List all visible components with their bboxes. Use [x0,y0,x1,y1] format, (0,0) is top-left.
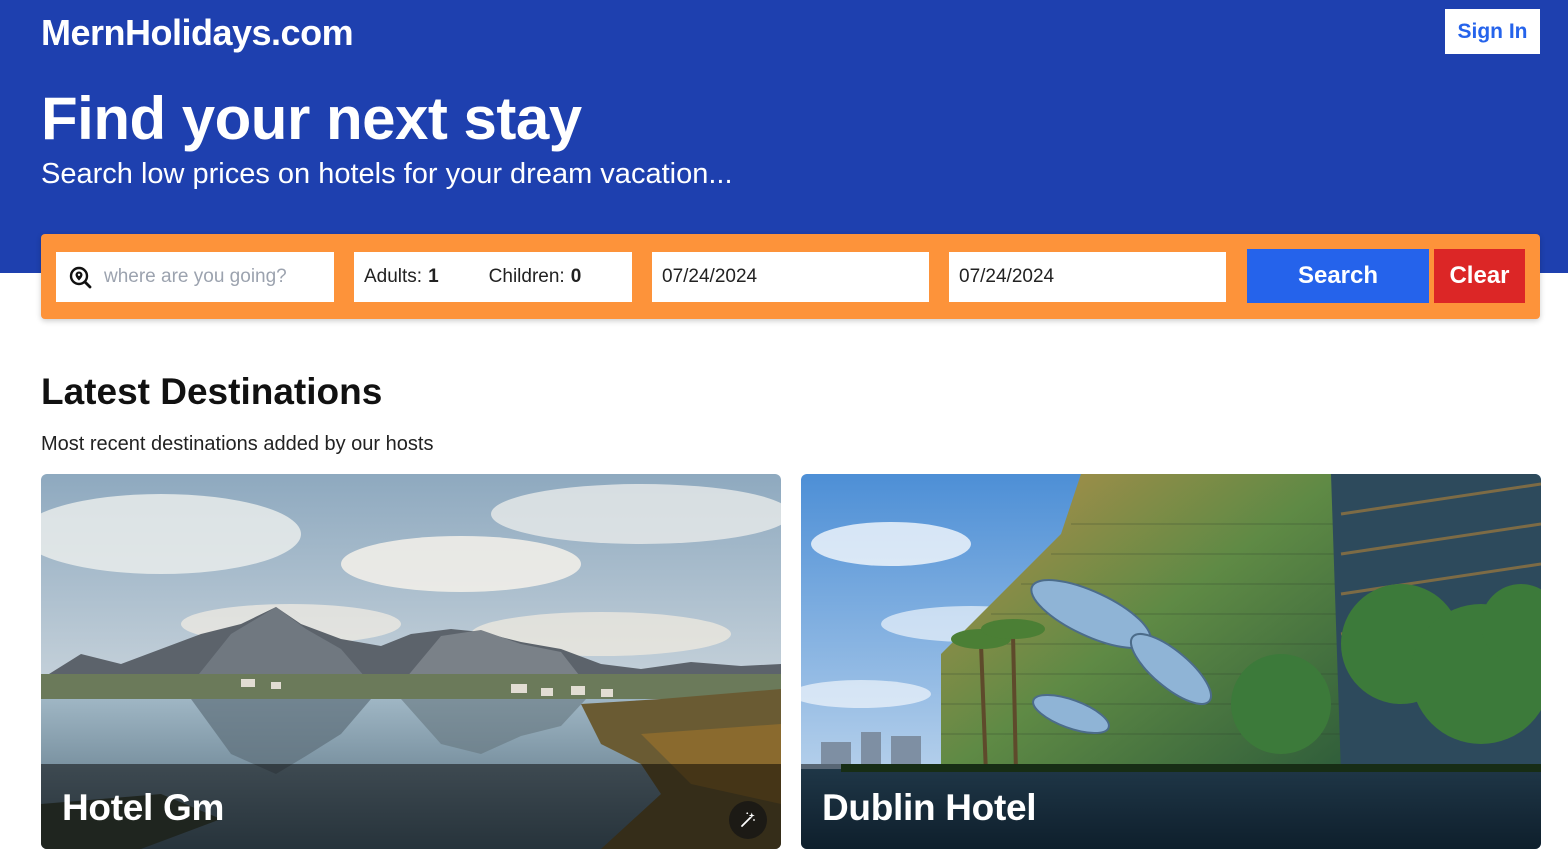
check-in-date-input[interactable]: 07/24/2024 [652,252,929,302]
hero-headline: Find your next stay [41,85,582,152]
search-button[interactable]: Search [1247,249,1429,303]
hero-subheadline: Search low prices on hotels for your dre… [41,158,733,190]
children-value[interactable]: 0 [571,266,582,288]
clear-button[interactable]: Clear [1434,249,1525,303]
search-location-icon [69,266,92,289]
card-title[interactable]: Dublin Hotel [822,787,1037,828]
destination-card-hotel-gm[interactable]: Hotel Gm [41,474,781,849]
guests-field: Adults: 1 Children: 0 [354,252,632,302]
adults-count[interactable]: Adults: 1 [364,266,439,288]
card-title[interactable]: Hotel Gm [62,787,224,828]
site-logo[interactable]: MernHolidays.com [41,12,354,54]
section-title: Latest Destinations [41,371,383,412]
search-bar: Adults: 1 Children: 0 07/24/2024 07/24/2… [41,234,1540,319]
destination-card-dublin-hotel[interactable]: Dublin Hotel [801,474,1541,849]
destination-input[interactable] [102,265,326,289]
magic-wand-icon[interactable] [729,801,767,839]
sign-in-button[interactable]: Sign In [1445,9,1540,54]
section-subtitle: Most recent destinations added by our ho… [41,433,434,455]
card-caption: Dublin Hotel [801,764,1541,849]
card-caption: Hotel Gm [41,764,781,849]
adults-label: Adults: [364,266,423,287]
check-out-date-input[interactable]: 07/24/2024 [949,252,1226,302]
children-count[interactable]: Children: 0 [489,266,582,288]
destination-field[interactable] [56,252,334,302]
children-label: Children: [488,266,565,287]
adults-value[interactable]: 1 [428,266,439,288]
